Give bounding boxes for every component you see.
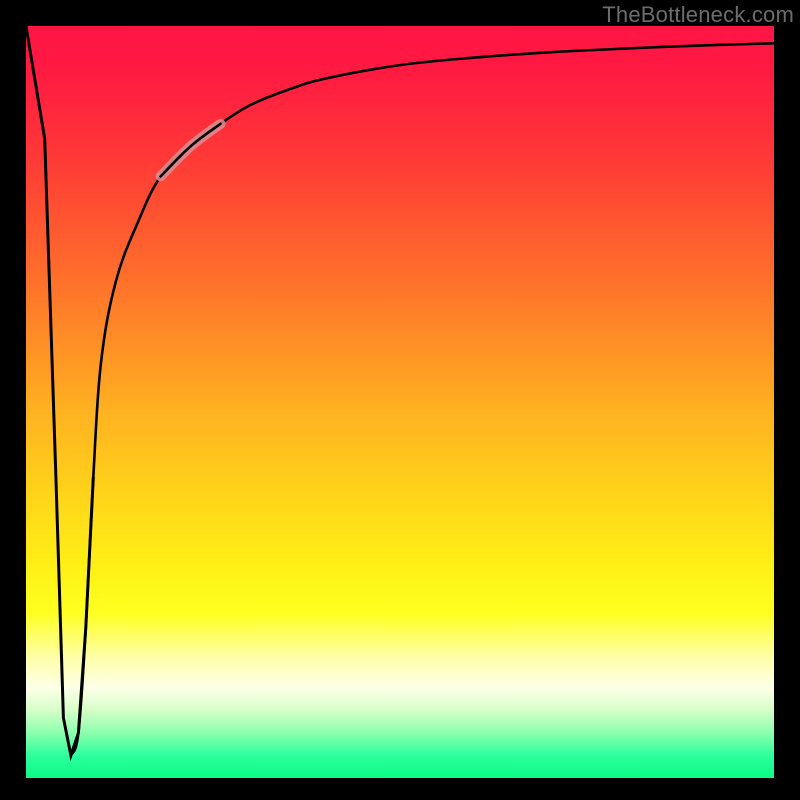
plot-area xyxy=(26,26,774,778)
bottleneck-spike xyxy=(26,26,93,755)
watermark-text: TheBottleneck.com xyxy=(602,2,794,28)
bottleneck-curve xyxy=(71,43,774,755)
chart-stage: TheBottleneck.com xyxy=(0,0,800,800)
curve-layer xyxy=(26,26,774,778)
